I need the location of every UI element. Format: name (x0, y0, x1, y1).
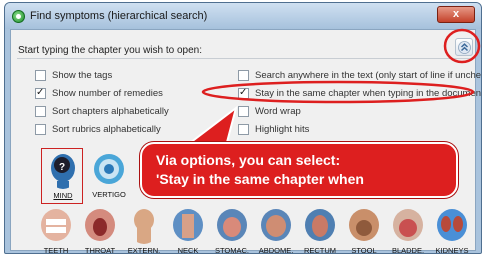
annotation-callout: Via options, you can select: 'Stay in th… (140, 142, 458, 198)
annotation-overlay (183, 28, 481, 147)
highlight-ellipse-option (201, 80, 475, 104)
callout-tail (183, 105, 238, 147)
callout-text: Via options, you can select: 'Stay in th… (156, 151, 364, 189)
callout-line-2: 'Stay in the same chapter when (156, 171, 364, 187)
callout-line-1: Via options, you can select: (156, 152, 341, 168)
highlight-ellipse-expand (443, 28, 481, 64)
